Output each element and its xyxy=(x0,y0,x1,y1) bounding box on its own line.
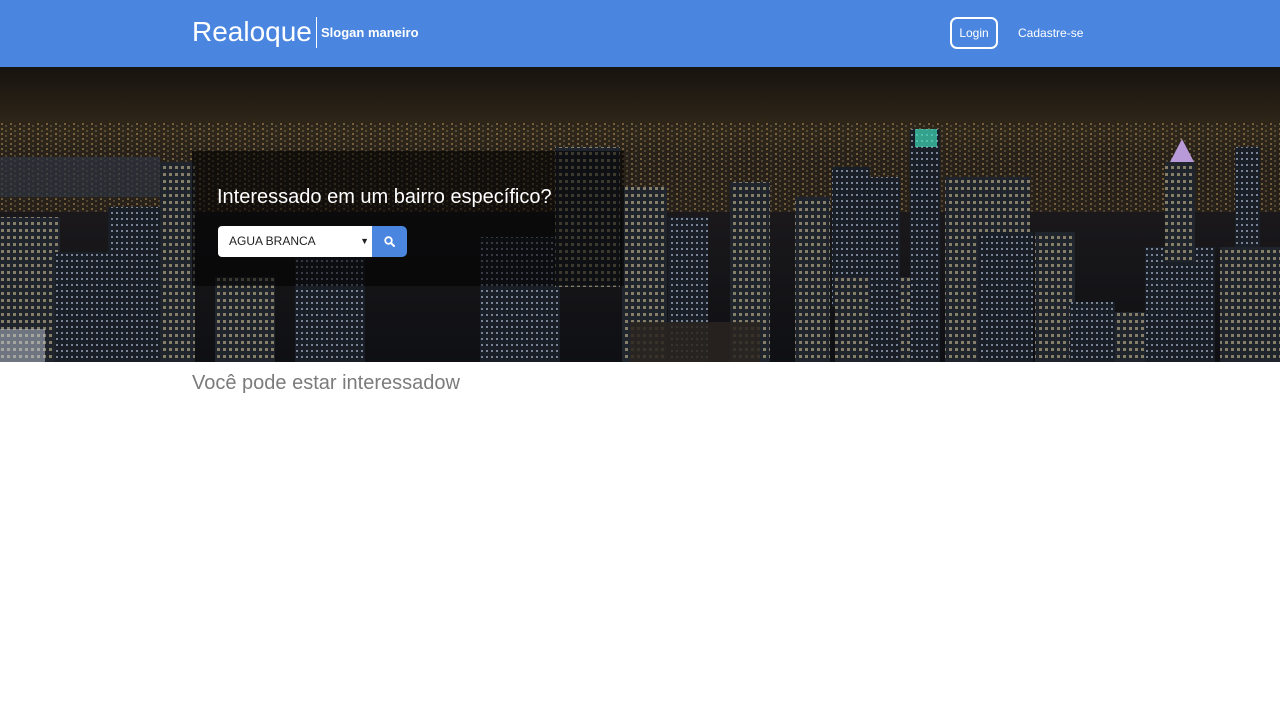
section-title: Você pode estar interessadow xyxy=(192,372,460,394)
brand-logo[interactable]: Realoque xyxy=(192,15,312,49)
brand-slogan: Slogan maneiro xyxy=(321,25,419,40)
neighborhood-select-value: AGUA BRANCA xyxy=(229,234,316,248)
signup-link[interactable]: Cadastre-se xyxy=(1018,25,1083,41)
top-navbar: Realoque Slogan maneiro Login Cadastre-s… xyxy=(0,0,1280,67)
search-icon xyxy=(384,236,395,247)
search-panel xyxy=(192,151,624,286)
brand-divider xyxy=(316,17,317,48)
search-title: Interessado em um bairro específico? xyxy=(217,186,552,208)
login-button[interactable]: Login xyxy=(950,17,998,49)
search-button[interactable] xyxy=(372,226,407,257)
neighborhood-select[interactable]: AGUA BRANCA ▼ xyxy=(218,226,373,257)
chevron-down-icon: ▼ xyxy=(360,236,369,246)
